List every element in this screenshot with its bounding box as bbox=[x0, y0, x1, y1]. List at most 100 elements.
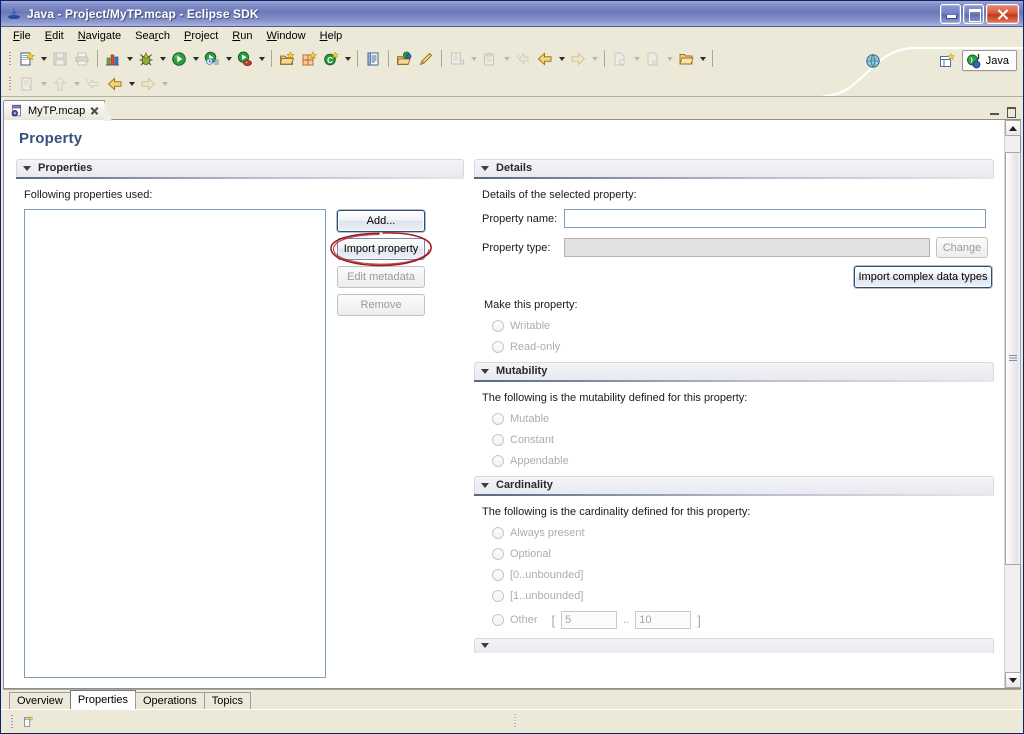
radio-zero-unbounded-label: [0..unbounded] bbox=[510, 569, 584, 581]
tab-properties[interactable]: Properties bbox=[69, 690, 136, 709]
run-external-dropdown-arrow[interactable] bbox=[256, 48, 267, 69]
radio-button-icon bbox=[492, 455, 504, 467]
back-active-icon[interactable] bbox=[104, 73, 126, 94]
status-separator bbox=[512, 713, 519, 730]
toolbar-separator bbox=[712, 50, 713, 67]
chevron-down-icon[interactable] bbox=[481, 164, 490, 173]
debug-dropdown-arrow[interactable] bbox=[157, 48, 168, 69]
forward-dim-dropdown-arrow bbox=[159, 73, 170, 94]
editor-tab-mytp[interactable]: MyTP.mcap bbox=[3, 100, 113, 121]
property-type-input bbox=[564, 238, 930, 257]
cardinality-section: Cardinality The following is the cardina… bbox=[474, 476, 994, 629]
property-type-label: Property type: bbox=[482, 241, 551, 254]
open-type-icon[interactable] bbox=[393, 48, 415, 69]
back-icon[interactable] bbox=[534, 48, 556, 69]
tab-topics[interactable]: Topics bbox=[203, 692, 251, 709]
menu-edit[interactable]: Edit bbox=[38, 28, 71, 45]
new-package-icon[interactable] bbox=[298, 48, 320, 69]
build-dropdown-arrow[interactable] bbox=[124, 48, 135, 69]
new-class-icon[interactable]: C bbox=[320, 48, 342, 69]
cardinality-max-input bbox=[635, 611, 692, 629]
menu-navigate[interactable]: Navigate bbox=[71, 28, 128, 45]
new-wizard-icon[interactable] bbox=[16, 48, 38, 69]
back-active-dropdown-arrow[interactable] bbox=[126, 73, 137, 94]
properties-section-header[interactable]: Properties bbox=[16, 159, 464, 177]
run-history-icon[interactable] bbox=[201, 48, 223, 69]
add-button[interactable]: Add... bbox=[337, 210, 425, 232]
properties-row: Add... Import property Edit metadata Rem… bbox=[24, 209, 464, 678]
radio-one-unbounded-label: [1..unbounded] bbox=[510, 590, 584, 602]
close-button[interactable] bbox=[986, 3, 1019, 24]
new-java-project-icon[interactable] bbox=[276, 48, 298, 69]
radio-button-icon bbox=[492, 341, 504, 353]
menu-project[interactable]: Project bbox=[177, 28, 225, 45]
run-icon[interactable] bbox=[168, 48, 190, 69]
folder-annotation-icon[interactable] bbox=[675, 48, 697, 69]
close-icon[interactable] bbox=[89, 105, 100, 116]
toolbar-grip[interactable] bbox=[7, 50, 14, 68]
minimize-button[interactable] bbox=[940, 3, 961, 24]
import-property-button[interactable]: Import property bbox=[337, 238, 425, 260]
cardinality-section-body: The following is the cardinality defined… bbox=[474, 503, 994, 629]
new-class-dropdown-arrow[interactable] bbox=[342, 48, 353, 69]
title-bar: Java - Project/MyTP.mcap - Eclipse SDK bbox=[1, 1, 1023, 27]
vertical-scrollbar[interactable] bbox=[1004, 120, 1021, 688]
mutability-section-header[interactable]: Mutability bbox=[474, 362, 994, 380]
web-browser-icon[interactable] bbox=[862, 50, 884, 71]
run-external-icon[interactable] bbox=[234, 48, 256, 69]
radio-constant: Constant bbox=[492, 434, 994, 446]
radio-optional-label: Optional bbox=[510, 548, 551, 560]
maximize-button[interactable] bbox=[963, 3, 984, 24]
resize-grip[interactable] bbox=[1007, 718, 1021, 732]
chevron-down-icon[interactable] bbox=[481, 641, 490, 650]
right-column: Details Details of the selected property… bbox=[474, 159, 994, 688]
menu-window[interactable]: Window bbox=[259, 28, 312, 45]
scroll-down-arrow[interactable] bbox=[1005, 672, 1021, 688]
perspective-tab-java[interactable]: Java bbox=[961, 50, 1017, 71]
editor-tab-label: MyTP.mcap bbox=[28, 104, 86, 117]
status-grip[interactable] bbox=[9, 713, 16, 731]
run-dropdown-arrow[interactable] bbox=[190, 48, 201, 69]
menu-file[interactable]: File bbox=[6, 28, 38, 45]
scrollbar-thumb[interactable] bbox=[1005, 152, 1021, 565]
svg-text:C: C bbox=[327, 55, 333, 64]
workbench-body: MyTP.mcap Property Properties Following … bbox=[1, 97, 1023, 709]
search-pencil-icon[interactable] bbox=[415, 48, 437, 69]
properties-description: Following properties used: bbox=[24, 189, 153, 201]
menu-run[interactable]: Run bbox=[225, 28, 259, 45]
toolbar-area: C Java bbox=[1, 46, 1023, 97]
prev-annotation-icon bbox=[479, 48, 501, 69]
next-section-header[interactable] bbox=[474, 638, 994, 653]
toolbar-grip-secondary[interactable] bbox=[7, 75, 14, 93]
build-all-icon[interactable] bbox=[102, 48, 124, 69]
open-perspective-icon[interactable] bbox=[936, 50, 958, 71]
status-left bbox=[7, 713, 38, 731]
minimize-icon[interactable] bbox=[990, 107, 999, 116]
maximize-icon[interactable] bbox=[1006, 107, 1016, 118]
new-source-folder-icon bbox=[609, 48, 631, 69]
tab-operations[interactable]: Operations bbox=[134, 692, 205, 709]
status-bar bbox=[1, 709, 1023, 733]
properties-list[interactable] bbox=[24, 209, 326, 678]
menu-help[interactable]: Help bbox=[313, 28, 350, 45]
import-complex-data-types-button[interactable]: Import complex data types bbox=[854, 266, 992, 288]
cardinality-section-header[interactable]: Cardinality bbox=[474, 476, 994, 494]
editor-area: MyTP.mcap Property Properties Following … bbox=[3, 99, 1021, 709]
forward-dropdown-arrow bbox=[589, 48, 600, 69]
editor-tab-row: MyTP.mcap bbox=[3, 99, 1021, 121]
debug-bug-icon[interactable] bbox=[135, 48, 157, 69]
chevron-down-icon[interactable] bbox=[481, 367, 490, 376]
menu-search[interactable]: Search bbox=[128, 28, 177, 45]
details-section-header[interactable]: Details bbox=[474, 159, 994, 177]
property-name-input[interactable] bbox=[564, 209, 986, 228]
scroll-up-arrow[interactable] bbox=[1005, 120, 1021, 136]
chevron-down-icon[interactable] bbox=[481, 481, 490, 490]
new-wizard-dropdown-arrow[interactable] bbox=[38, 48, 49, 69]
tab-overview[interactable]: Overview bbox=[9, 692, 71, 709]
run-history-dropdown-arrow[interactable] bbox=[223, 48, 234, 69]
open-task-icon[interactable] bbox=[362, 48, 384, 69]
chevron-down-icon[interactable] bbox=[23, 164, 32, 173]
back-dropdown-arrow[interactable] bbox=[556, 48, 567, 69]
toolbar-separator bbox=[357, 50, 358, 67]
folder-annotation-dropdown-arrow[interactable] bbox=[697, 48, 708, 69]
